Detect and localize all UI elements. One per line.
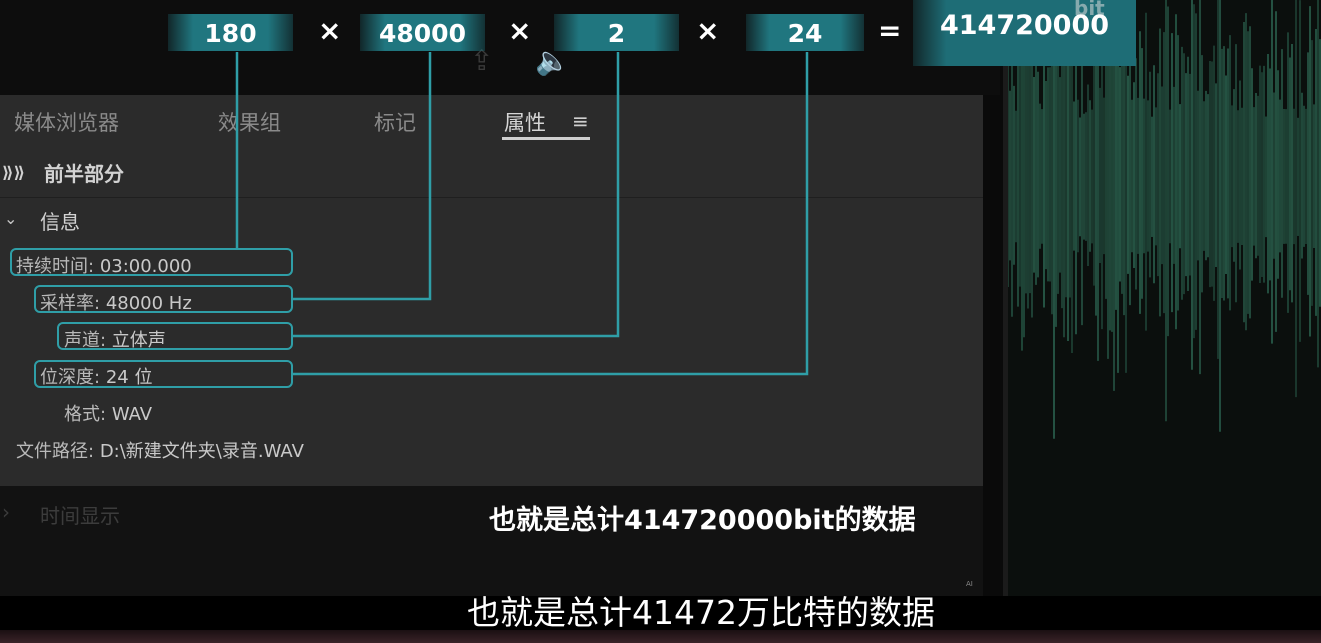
- highlight-channels: [57, 322, 293, 350]
- formula-term-duration: 180: [168, 14, 293, 51]
- formula-unit: bit: [1074, 0, 1105, 20]
- prop-file-path-key: 文件路径:: [16, 441, 95, 462]
- prop-format: 格式: WAV: [64, 400, 152, 426]
- highlight-bit-depth: [34, 360, 293, 388]
- multiply-operator-2: ×: [508, 14, 532, 47]
- formula-term-channels: 2: [554, 14, 679, 51]
- formula-term-sample-rate: 48000: [360, 14, 485, 51]
- tab-media-browser[interactable]: 媒体浏览器: [14, 107, 119, 137]
- chevron-right-icon[interactable]: ›: [2, 500, 10, 524]
- tab-properties[interactable]: 属性: [504, 107, 546, 137]
- panel-tabs: 媒体浏览器 效果组 标记 属性 ≡: [0, 95, 983, 151]
- prop-file-path: 文件路径: D:\新建文件夹\录音.WAV: [16, 437, 304, 463]
- ai-watermark: AI: [966, 580, 973, 588]
- audio-waveform-icon: ⟫⟫: [2, 163, 26, 182]
- chevron-down-icon[interactable]: ⌄: [4, 209, 17, 228]
- active-tab-indicator: [502, 137, 590, 140]
- formula-term-bit-depth: 24: [746, 14, 864, 51]
- multiply-operator-3: ×: [696, 14, 720, 47]
- highlight-duration: [10, 248, 293, 276]
- waveform-graphic: [1007, 0, 1321, 439]
- info-section-title[interactable]: 信息: [40, 206, 80, 235]
- hamburger-menu-icon[interactable]: ≡: [572, 109, 589, 133]
- equals-operator: =: [878, 14, 902, 47]
- section-divider: [0, 197, 983, 198]
- subtitle-caption: 也就是总计41472万比特的数据: [467, 593, 935, 632]
- multiply-operator-1: ×: [318, 14, 342, 47]
- clip-name: 前半部分: [44, 162, 124, 186]
- tab-effects-rack[interactable]: 效果组: [218, 107, 281, 137]
- prop-file-path-value: D:\新建文件夹\录音.WAV: [99, 441, 304, 462]
- video-frame: ⇪ 🔈 媒体浏览器 效果组 标记 属性 ≡ ⟫⟫ 前半部分 ⌄ 信息 持续时间:…: [0, 0, 1321, 643]
- highlight-sample-rate: [34, 285, 293, 313]
- audio-waveform: [1007, 0, 1321, 596]
- overlay-caption: 也就是总计414720000bit的数据: [489, 505, 916, 536]
- prop-format-value: WAV: [111, 404, 153, 425]
- tab-markers[interactable]: 标记: [374, 107, 416, 137]
- prop-format-key: 格式:: [64, 404, 107, 425]
- time-display-section-title[interactable]: 时间显示: [40, 500, 120, 529]
